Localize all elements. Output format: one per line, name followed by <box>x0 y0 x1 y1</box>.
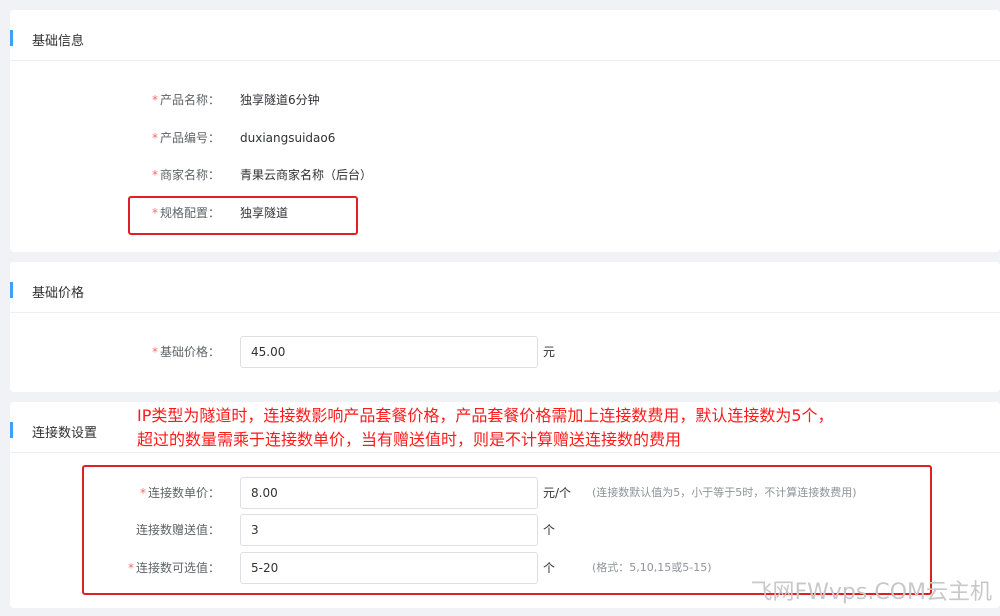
label-text: 产品编号： <box>159 131 220 145</box>
spec-config-highlight-box <box>128 196 358 235</box>
section-accent-bar <box>10 30 13 46</box>
required-mark: * <box>151 168 158 182</box>
merchant-name-label: * 商家名称： <box>152 159 220 191</box>
basic-info-header: 基础信息 <box>10 10 1000 61</box>
basic-info-title: 基础信息 <box>32 34 85 49</box>
base-price-label: * 基础价格： <box>152 336 220 368</box>
product-code-value: duxiangsuidao6 <box>240 131 336 145</box>
annotation-line-1: IP类型为隧道时，连接数影响产品套餐价格，产品套餐价格需加上连接数费用，默认连接… <box>137 406 834 425</box>
label-text: 产品名称： <box>159 93 220 107</box>
product-name-label: * 产品名称： <box>152 84 220 116</box>
connection-title: 连接数设置 <box>32 426 98 441</box>
product-code-row: * 产品编号： duxiangsuidao6 <box>10 122 1000 154</box>
label-text: 商家名称： <box>159 168 220 182</box>
annotation-line-2: 超过的数量需乘于连接数单价，当有赠送值时，则是不计算赠送连接数的费用 <box>137 430 682 449</box>
base-price-input[interactable]: 45.00 <box>240 336 538 368</box>
label-text: 基础价格： <box>159 345 220 359</box>
product-name-row: * 产品名称： 独享隧道6分钟 <box>10 84 1000 116</box>
annotation-note: IP类型为隧道时，连接数影响产品套餐价格，产品套餐价格需加上连接数费用，默认连接… <box>137 404 997 452</box>
merchant-name-value: 青果云商家名称（后台） <box>240 168 373 182</box>
base-price-unit: 元 <box>543 345 556 359</box>
merchant-name-row: * 商家名称： 青果云商家名称（后台） <box>10 159 1000 191</box>
basic-price-card: 基础价格 * 基础价格： 45.00 元 <box>10 262 1000 392</box>
section-accent-bar <box>10 282 13 298</box>
section-accent-bar <box>10 422 13 438</box>
product-code-label: * 产品编号： <box>152 122 220 154</box>
product-name-value: 独享隧道6分钟 <box>240 93 320 107</box>
required-mark: * <box>151 131 158 145</box>
watermark-logo: 飞网FWvps.COM云主机 <box>750 580 992 605</box>
basic-price-header: 基础价格 <box>10 262 1000 313</box>
base-price-row: * 基础价格： 45.00 元 <box>10 336 1000 368</box>
required-mark: * <box>151 93 158 107</box>
required-mark: * <box>151 345 158 359</box>
basic-price-title: 基础价格 <box>32 286 85 301</box>
